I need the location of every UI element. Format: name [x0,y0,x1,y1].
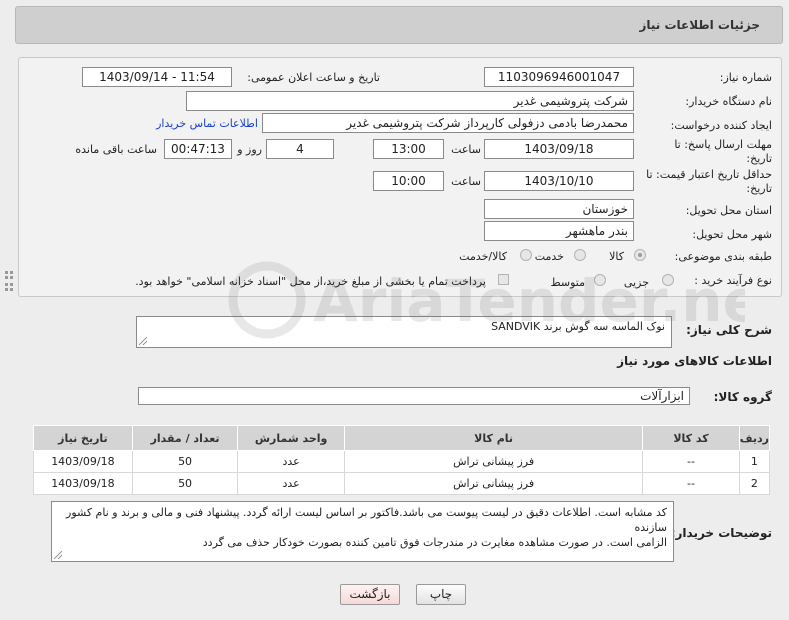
validity-label: حداقل تاریخ اعتبار قیمت: تا [646,168,772,181]
province-label: استان محل تحویل: [685,204,772,217]
process-option-medium: متوسط [550,276,585,289]
col-header-qty: تعداد / مقدار [131,425,239,451]
col-header-unit: واحد شمارش [237,425,345,451]
days-label: روز و [237,143,262,156]
category-radio-service[interactable] [574,249,586,261]
back-button[interactable]: بازگشت [340,584,400,605]
grid-icon [5,271,13,279]
deadline-label: مهلت ارسال پاسخ: تا [674,138,772,151]
need-number-field[interactable]: 1103096946001047 [484,67,634,87]
process-radio-minor[interactable] [662,274,674,286]
print-button[interactable]: چاپ [416,584,466,605]
remaining-label: ساعت باقی مانده [75,143,157,156]
deadline-label-date: تاریخ: [746,152,772,165]
requester-field[interactable]: محمدرضا بادمی دزفولی کارپرداز شرکت پتروش… [262,113,634,133]
cell-qty: 50 [131,472,239,495]
grid-icon-2 [5,283,13,291]
process-radio-medium[interactable] [594,274,606,286]
table-row[interactable]: 2 -- فرز پیشانی تراش عدد 50 1403/09/18 [33,472,771,495]
resize-grip-icon[interactable] [54,551,62,559]
category-label: طبقه بندی موضوعی: [674,250,772,263]
buyer-notes-label: توضیحات خریدار: [670,526,772,540]
goods-group-label: گروه کالا: [713,390,772,404]
cell-name: فرز پیشانی تراش [343,450,644,473]
buyer-notes-textarea[interactable]: کد مشابه است. اطلاعات دقیق در لیست پیوست… [51,501,674,562]
validity-time-field[interactable]: 10:00 [373,171,444,191]
cell-row-index: 2 [738,472,771,495]
cell-unit: عدد [237,450,345,473]
need-number-label: شماره نیاز: [719,71,772,84]
cell-unit: عدد [237,472,345,495]
cell-name: فرز پیشانی تراش [343,472,644,495]
deadline-time-label: ساعت [451,143,481,156]
payment-note: پرداخت تمام یا بخشی از مبلغ خرید،از محل … [135,275,486,288]
page-title: جزئیات اطلاعات نیاز [639,18,760,32]
summary-text: نوک الماسه سه گوش برند SANDVIK [491,320,665,333]
table-header-row: ردیف کد کالا نام کالا واحد شمارش تعداد /… [33,425,771,451]
cell-qty: 50 [131,450,239,473]
col-header-name: نام کالا [343,425,644,451]
validity-label-date: تاریخ: [746,182,772,195]
col-header-code: کد کالا [642,425,740,451]
deadline-time-field[interactable]: 13:00 [373,139,444,159]
cell-row-index: 1 [738,450,771,473]
category-option-goods: کالا [609,250,624,263]
category-option-both: کالا/خدمت [459,250,507,263]
buyer-notes-line-1: کد مشابه است. اطلاعات دقیق در لیست پیوست… [66,506,667,534]
summary-textarea[interactable]: نوک الماسه سه گوش برند SANDVIK [136,316,672,348]
payment-checkbox[interactable] [498,274,509,285]
city-label: شهر محل تحویل: [692,228,772,241]
cell-code: -- [642,450,740,473]
cell-code: -- [642,472,740,495]
process-label: نوع فرآیند خرید : [694,274,772,287]
col-header-row: ردیف [738,425,771,451]
category-radio-goods[interactable] [634,249,646,261]
remaining-time-field[interactable]: 00:47:13 [164,139,232,159]
buyer-org-field[interactable]: شرکت پتروشیمی غدیر [186,91,634,111]
items-table: ردیف کد کالا نام کالا واحد شمارش تعداد /… [33,425,771,495]
goods-group-field[interactable]: ابزارآلات [138,387,690,405]
resize-grip-icon[interactable] [139,337,147,345]
province-field[interactable]: خوزستان [484,199,634,219]
deadline-date-field[interactable]: 1403/09/18 [484,139,634,159]
requester-label: ایجاد کننده درخواست: [670,119,772,132]
cell-date: 1403/09/18 [33,472,133,495]
category-option-service: خدمت [534,250,564,263]
cell-date: 1403/09/18 [33,450,133,473]
goods-section-title: اطلاعات کالاهای مورد نیاز [617,354,772,368]
buyer-org-label: نام دستگاه خریدار: [685,95,772,108]
validity-date-field[interactable]: 1403/10/10 [484,171,634,191]
process-option-minor: جزیی [623,276,649,289]
days-field[interactable]: 4 [266,139,334,159]
announce-label: تاریخ و ساعت اعلان عمومی: [247,71,380,84]
announce-field[interactable]: 1403/09/14 - 11:54 [82,67,232,87]
city-field[interactable]: بندر ماهشهر [484,221,634,241]
category-radio-both[interactable] [520,249,532,261]
page-header: جزئیات اطلاعات نیاز [15,6,783,44]
summary-label: شرح کلی نیاز: [686,323,772,337]
validity-time-label: ساعت [451,175,481,188]
col-header-date: تاریخ نیاز [33,425,133,451]
table-row[interactable]: 1 -- فرز پیشانی تراش عدد 50 1403/09/18 [33,450,771,473]
buyer-notes-line-2: الزامی است. در صورت مشاهده مغایرت در مند… [202,536,667,549]
contact-info-link[interactable]: اطلاعات تماس خریدار [156,117,258,130]
